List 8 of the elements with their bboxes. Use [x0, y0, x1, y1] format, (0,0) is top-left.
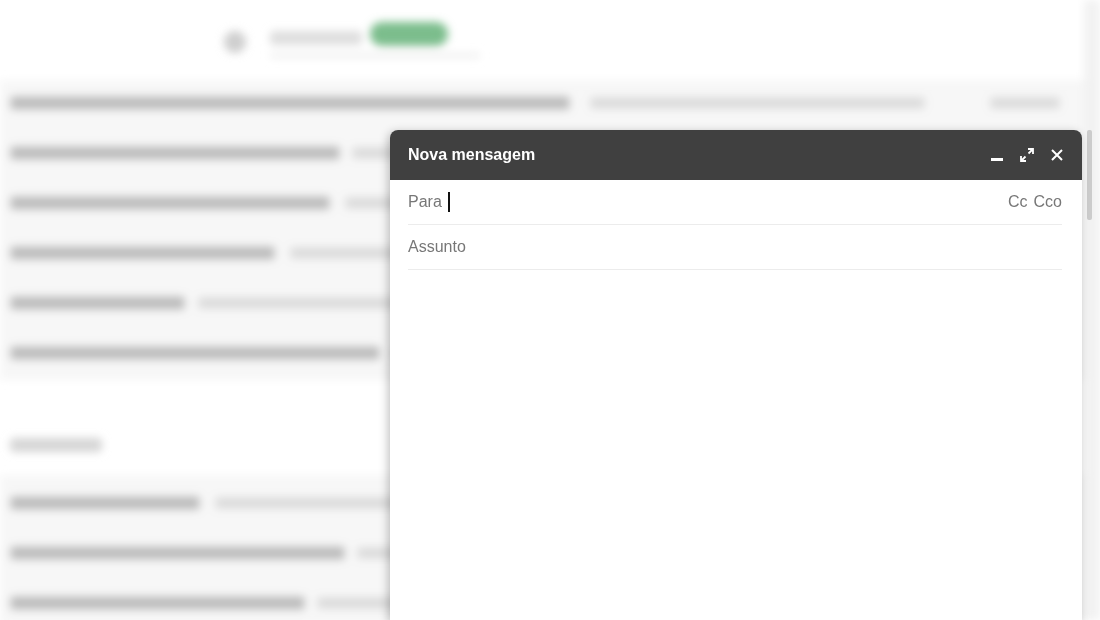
cc-link[interactable]: Cc [1008, 193, 1028, 211]
close-icon [1050, 148, 1064, 162]
diagonal-arrows-icon [1020, 148, 1034, 162]
minimize-icon [991, 158, 1003, 161]
expand-button[interactable] [1020, 148, 1034, 162]
subject-field[interactable]: Assunto [408, 236, 1062, 258]
close-button[interactable] [1050, 148, 1064, 162]
bcc-link[interactable]: Cco [1033, 193, 1062, 211]
